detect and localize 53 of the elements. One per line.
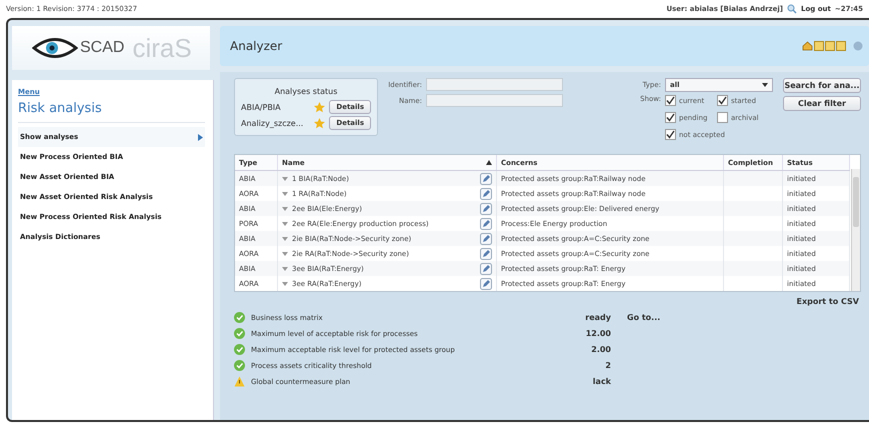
analysis-name: ABIA/PBIA [241, 102, 282, 112]
checkbox[interactable] [665, 112, 676, 123]
star-icon [314, 102, 326, 112]
expand-icon[interactable] [282, 222, 288, 226]
caret-icon [762, 83, 768, 87]
checklist-value: ready [584, 313, 611, 322]
search-icon[interactable] [786, 4, 797, 14]
checklist-value: 2 [604, 361, 611, 370]
expand-icon[interactable] [282, 176, 288, 180]
page-title: Analyzer [230, 39, 282, 53]
expand-icon[interactable] [282, 236, 288, 240]
edit-icon[interactable] [480, 232, 492, 244]
edit-icon[interactable] [480, 172, 492, 184]
expand-icon[interactable] [282, 206, 288, 210]
check-icon [234, 312, 245, 323]
checkbox[interactable] [665, 95, 676, 106]
expand-icon[interactable] [282, 266, 288, 270]
name-field[interactable] [426, 94, 563, 107]
check-icon [234, 360, 245, 371]
home-icon[interactable] [802, 41, 813, 51]
logo-text: SCAD [80, 39, 124, 57]
analysis-name: Analizy_szcze... [241, 118, 304, 128]
export-link[interactable]: Export to CSV [796, 297, 859, 306]
check-icon [234, 344, 245, 355]
expand-icon[interactable] [282, 282, 288, 286]
edit-icon[interactable] [480, 188, 492, 200]
edit-icon[interactable] [480, 218, 492, 230]
warning-icon [234, 376, 245, 387]
filter-button[interactable]: Search for ana... [783, 78, 861, 93]
identifier-field[interactable] [426, 78, 563, 91]
sort-icon [486, 160, 492, 165]
check-icon [234, 328, 245, 339]
star-icon [314, 118, 326, 128]
checklist-value: lack [592, 377, 611, 386]
help-icon[interactable] [853, 41, 863, 51]
checklist-value: 2.00 [590, 345, 611, 354]
checkbox[interactable] [665, 129, 676, 140]
checkbox[interactable] [717, 112, 728, 123]
expand-icon[interactable] [282, 192, 288, 196]
sidebar-title: Risk analysis [18, 96, 205, 123]
expand-icon[interactable] [282, 252, 288, 256]
edit-icon[interactable] [480, 248, 492, 260]
checklist-value: 12.00 [584, 329, 611, 338]
eye-icon [32, 35, 78, 61]
panel-title: Analyses status [274, 87, 338, 96]
go-to-link[interactable]: Go to... [627, 313, 660, 322]
edit-icon[interactable] [480, 202, 492, 214]
filter-button[interactable]: Clear filter [783, 96, 861, 111]
edit-icon[interactable] [480, 278, 492, 290]
checkbox[interactable] [717, 95, 728, 106]
edit-icon[interactable] [480, 262, 492, 274]
arrow-icon [198, 134, 203, 140]
scrollbar[interactable] [851, 169, 860, 291]
